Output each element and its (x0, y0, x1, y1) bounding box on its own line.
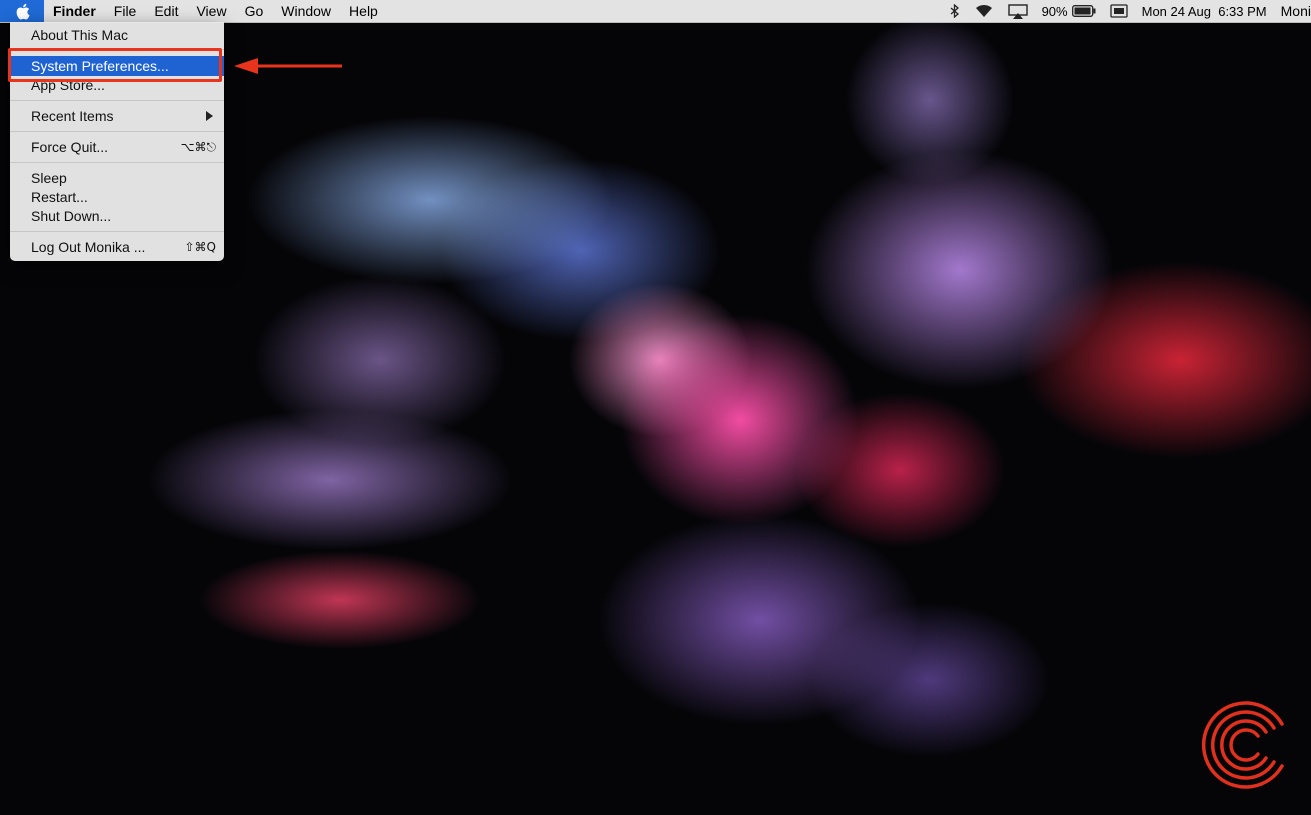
menu-bar: Finder File Edit View Go Window Help 90% (0, 0, 1311, 23)
input-source-status[interactable] (1109, 4, 1128, 18)
airplay-status[interactable] (1007, 3, 1028, 19)
wifi-icon (975, 4, 992, 18)
menu-item-label: About This Mac (31, 27, 129, 43)
menu-item-shortcut: ⇧⌘Q (184, 240, 217, 254)
menu-file[interactable]: File (105, 0, 146, 22)
clock[interactable]: Mon 24 Aug 6:33 PM (1142, 4, 1267, 19)
battery-status[interactable] (1071, 5, 1096, 17)
apple-icon (16, 3, 29, 20)
highlight-box (8, 48, 222, 82)
brand-logo-icon (1201, 701, 1284, 789)
fast-user-switch[interactable]: Moni (1281, 3, 1311, 19)
menu-item-shut-down[interactable]: Shut Down... (10, 206, 224, 226)
menu-item-sleep[interactable]: Sleep (10, 168, 224, 188)
arrow-left-icon (234, 58, 342, 74)
app-menu-finder[interactable]: Finder (44, 0, 105, 22)
menu-go[interactable]: Go (236, 0, 273, 22)
menu-item-label: Force Quit... (31, 139, 109, 155)
submenu-arrow-icon (206, 111, 213, 121)
menu-separator (10, 231, 224, 232)
menu-item-label: Shut Down... (31, 208, 112, 224)
menu-item-label: Sleep (31, 170, 67, 186)
menu-item-shortcut: ⌥⌘⎋ (180, 140, 216, 154)
menu-separator (10, 162, 224, 163)
menu-item-about-this-mac[interactable]: About This Mac (10, 25, 224, 45)
menu-item-restart[interactable]: Restart... (10, 187, 224, 207)
bluetooth-status[interactable] (950, 4, 960, 18)
menu-item-force-quit[interactable]: Force Quit... ⌥⌘⎋ (10, 137, 224, 157)
input-source-icon (1109, 4, 1128, 18)
menu-item-log-out[interactable]: Log Out Monika ... ⇧⌘Q (10, 237, 224, 257)
wifi-status[interactable] (974, 4, 994, 18)
menu-edit[interactable]: Edit (145, 0, 187, 22)
menu-view[interactable]: View (187, 0, 235, 22)
menu-item-label: Recent Items (31, 108, 114, 124)
battery-icon (1071, 5, 1096, 17)
airplay-icon (1007, 3, 1028, 19)
apple-menu-button[interactable] (0, 0, 44, 22)
menu-item-recent-items[interactable]: Recent Items (10, 106, 224, 126)
battery-percent: 90% (1041, 3, 1068, 19)
bluetooth-icon (950, 4, 959, 18)
menu-separator (10, 131, 224, 132)
menu-item-label: Restart... (31, 189, 88, 205)
menu-window[interactable]: Window (272, 0, 340, 22)
menu-separator (10, 100, 224, 101)
menu-help[interactable]: Help (340, 0, 387, 22)
menu-item-label: Log Out Monika ... (31, 239, 146, 255)
